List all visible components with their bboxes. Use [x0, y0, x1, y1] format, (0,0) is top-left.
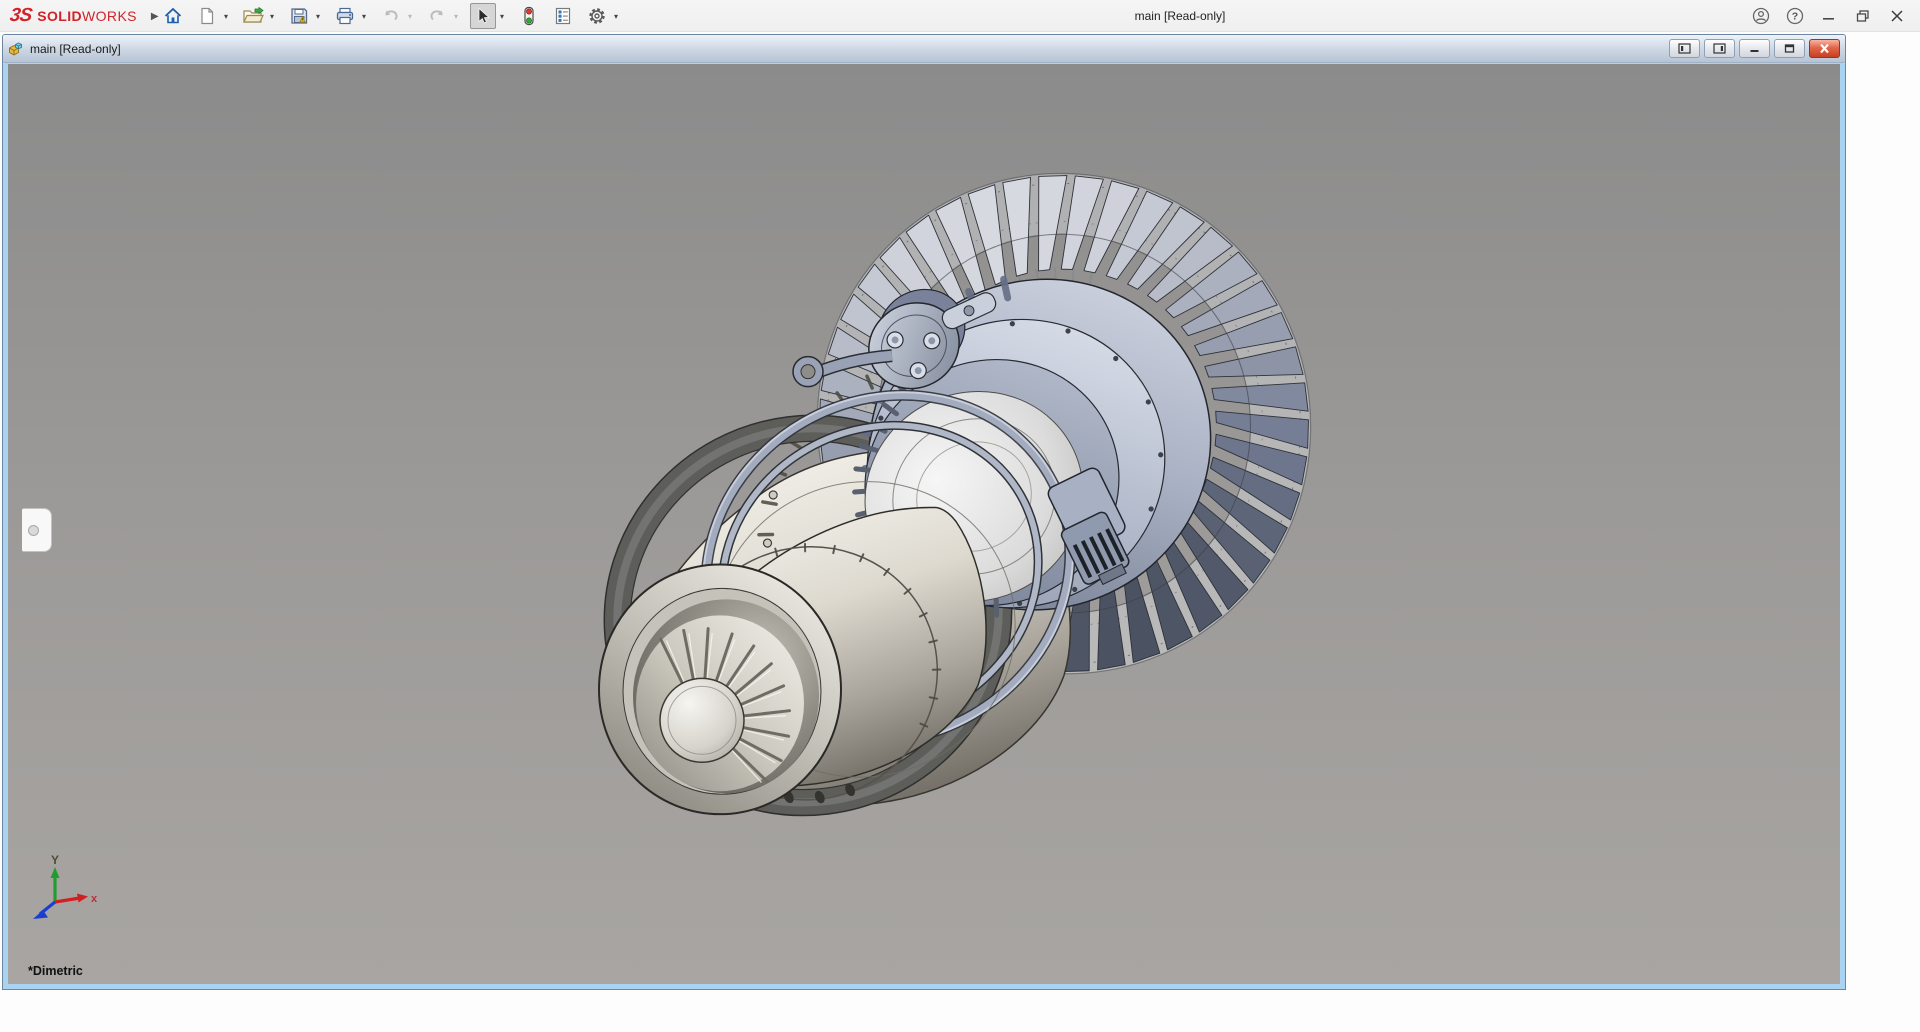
chevron-down-icon: ▾ — [613, 11, 618, 21]
triad-x-label: x — [91, 893, 98, 905]
minimize-icon — [1750, 50, 1759, 52]
show-left-pane-button[interactable] — [1669, 39, 1700, 58]
undo-icon — [385, 10, 398, 21]
solidworks-logo: 3S SOLIDWORKS ▶ — [8, 0, 159, 32]
quick-access-toolbar: ▾ ▾ ▾ ▾ ▾ ▾ ▾ ▾ — [160, 0, 622, 32]
app-titlebar: 3S SOLIDWORKS ▶ ▾ ▾ ▾ ▾ ▾ ▾ ▾ ▾ main [Re… — [0, 0, 1920, 32]
show-right-pane-button[interactable] — [1704, 39, 1735, 58]
redo-dropdown[interactable]: ▾ — [450, 3, 462, 29]
home-icon — [164, 7, 182, 24]
chevron-down-icon: ▾ — [361, 11, 366, 21]
new-document-button[interactable] — [194, 3, 220, 29]
left-pane-icon — [1678, 43, 1691, 54]
menu-expand-arrow-icon[interactable]: ▶ — [151, 11, 159, 22]
chevron-down-icon: ▾ — [453, 11, 458, 21]
app-minimize-button[interactable] — [1812, 0, 1846, 32]
view-orientation-label: *Dimetric — [28, 964, 83, 978]
file-properties-button[interactable] — [550, 3, 576, 29]
chevron-down-icon: ▾ — [269, 11, 274, 21]
select-dropdown[interactable]: ▾ — [496, 3, 508, 29]
restore-icon — [1784, 44, 1795, 53]
document-body: Y x *Dimetric — [3, 64, 1845, 989]
save-icon — [291, 8, 308, 24]
open-button[interactable] — [240, 3, 266, 29]
3d-model-jet-engine[interactable] — [8, 64, 1840, 984]
options-button[interactable] — [584, 3, 610, 29]
save-dropdown[interactable]: ▾ — [312, 3, 324, 29]
wordmark-works: WORKS — [82, 8, 137, 24]
new-document-dropdown[interactable]: ▾ — [220, 3, 232, 29]
solidworks-wordmark: SOLIDWORKS — [37, 8, 137, 24]
print-icon — [336, 7, 354, 25]
featuremanager-flyout-tab[interactable] — [22, 508, 52, 552]
chevron-down-icon: ▾ — [223, 11, 228, 21]
document-window-controls — [1665, 39, 1840, 58]
new-document-icon — [201, 7, 214, 25]
redo-icon — [430, 10, 443, 21]
assembly-icon — [9, 41, 22, 56]
3d-viewport[interactable]: Y x *Dimetric — [8, 64, 1840, 984]
file-properties-icon — [555, 7, 571, 25]
open-dropdown[interactable]: ▾ — [266, 3, 278, 29]
app-restore-button[interactable] — [1846, 0, 1880, 32]
undo-button[interactable] — [378, 3, 404, 29]
orientation-triad: Y x — [33, 853, 98, 919]
doc-restore-button[interactable] — [1774, 39, 1805, 58]
exhaust-nozzle[interactable] — [598, 563, 842, 816]
app-close-button[interactable] — [1880, 0, 1914, 32]
mdi-background: main [Read-only] Y x *Dimetric — [0, 33, 1920, 1032]
chevron-down-icon: ▾ — [407, 11, 412, 21]
restore-icon — [1856, 10, 1869, 22]
help-icon: ? — [1786, 7, 1804, 25]
document-window: main [Read-only] Y x *Dimetric — [2, 34, 1846, 990]
options-dropdown[interactable]: ▾ — [610, 3, 622, 29]
minimize-icon — [1823, 18, 1834, 20]
gear-icon — [589, 8, 605, 24]
chevron-down-icon: ▾ — [499, 11, 504, 21]
wordmark-solid: SOLID — [37, 8, 83, 24]
undo-dropdown[interactable]: ▾ — [404, 3, 416, 29]
doc-minimize-button[interactable] — [1739, 39, 1770, 58]
traffic-light-icon — [524, 6, 534, 26]
print-button[interactable] — [332, 3, 358, 29]
app-window-controls: ? — [1744, 0, 1914, 32]
user-account-icon — [1752, 7, 1770, 25]
close-icon — [1820, 43, 1829, 54]
save-button[interactable] — [286, 3, 312, 29]
chevron-down-icon: ▾ — [315, 11, 320, 21]
home-button[interactable] — [160, 3, 186, 29]
open-folder-icon — [243, 6, 264, 23]
cursor-arrow-icon — [478, 7, 490, 24]
right-pane-icon — [1713, 43, 1726, 54]
redo-button[interactable] — [424, 3, 450, 29]
dassault-3s-logo-icon: 3S — [8, 5, 33, 26]
svg-text:?: ? — [1792, 11, 1798, 23]
document-titlebar[interactable]: main [Read-only] — [3, 35, 1845, 63]
rebuild-button[interactable] — [516, 3, 542, 29]
app-title: main [Read-only] — [1134, 9, 1226, 23]
doc-close-button[interactable] — [1809, 39, 1840, 58]
close-icon — [1891, 10, 1903, 22]
help-button[interactable]: ? — [1778, 0, 1812, 32]
flyout-expand-icon — [28, 524, 39, 536]
document-title: main [Read-only] — [30, 41, 121, 56]
select-button[interactable] — [470, 3, 496, 29]
print-dropdown[interactable]: ▾ — [358, 3, 370, 29]
user-account-button[interactable] — [1744, 0, 1778, 32]
triad-y-label: Y — [51, 853, 59, 867]
